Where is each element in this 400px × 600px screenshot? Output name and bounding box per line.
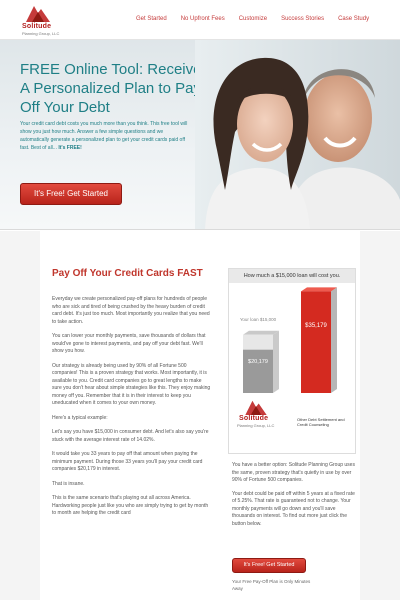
- couple-photo: [195, 40, 400, 229]
- mountain-logo-icon: [245, 400, 267, 415]
- site-header: Solitude Planning Group, LLC Get Started…: [0, 0, 400, 40]
- article-paragraph: That is insane.: [52, 480, 85, 487]
- article-paragraph: Let's say you have $15,000 in consumer d…: [52, 429, 209, 443]
- article-paragraph: You can lower your monthly payments, sav…: [52, 333, 206, 354]
- article-paragraph: It would take you 33 years to pay off th…: [52, 451, 203, 472]
- chart-title: How much a $15,000 loan will cost you.: [229, 269, 355, 283]
- logo-tagline: Planning Group, LLC: [22, 31, 60, 36]
- article-body: Everyday we create personalized pay-off …: [52, 296, 212, 525]
- bar-top: [243, 330, 279, 335]
- section-title: Pay Off Your Credit Cards FAST: [52, 268, 203, 279]
- side-tagline: Your Free Pay-Off Plan is Only Minutes A…: [232, 579, 311, 591]
- mountain-logo-icon: [26, 6, 50, 22]
- hero-section: FREE Online Tool: Receive A Personalized…: [0, 40, 400, 230]
- bar-principal-segment: [243, 334, 273, 350]
- side-get-started-button[interactable]: It's Free! Get Started: [232, 558, 306, 573]
- nav-get-started[interactable]: Get Started: [136, 16, 167, 22]
- bar-top: [301, 287, 337, 292]
- article-paragraph: Here's a typical example:: [52, 414, 108, 421]
- bar-label-interest: $20,179: [248, 359, 268, 365]
- bar-label-principal: Your loan $15,000: [240, 317, 277, 322]
- chart-canvas: Your loan $15,000 $20,179 $35,179: [240, 287, 337, 393]
- side-paragraph: Your debt could be paid off within 5 yea…: [232, 490, 355, 527]
- logo-name: Solitude: [22, 23, 52, 30]
- bar-side: [273, 330, 279, 393]
- article-paragraph: Everyday we create personalized pay-off …: [52, 296, 210, 325]
- chart-logo-name: Solitude: [239, 415, 269, 422]
- chart-logo-tagline: Planning Group, LLC: [237, 423, 275, 428]
- side-paragraph: You have a better option: Solitude Plann…: [232, 462, 355, 483]
- nav-no-upfront-fees[interactable]: No Upfront Fees: [181, 16, 225, 22]
- nav-customize[interactable]: Customize: [239, 16, 267, 22]
- bar-interest-segment: [243, 349, 273, 393]
- hero-text-body: Your credit card debt costs you much mor…: [20, 121, 188, 151]
- chart-category-label: Other Debt Settlement and Credit Counsel…: [297, 417, 345, 427]
- main-nav: Get Started No Upfront Fees Customize Su…: [136, 16, 383, 22]
- bar-total: [301, 291, 331, 393]
- hero-title: FREE Online Tool: Receive A Personalized…: [20, 61, 202, 116]
- hero-text-bold: It's FREE!: [58, 145, 82, 151]
- bar-side: [331, 287, 337, 393]
- bar-label-total: $35,179: [305, 323, 327, 329]
- chart-logo: Solitude Planning Group, LLC: [235, 399, 285, 435]
- nav-success-stories[interactable]: Success Stories: [281, 16, 324, 22]
- article-paragraph: This is the same scenario that's playing…: [52, 495, 209, 516]
- hero-text: Your credit card debt costs you much mor…: [20, 120, 190, 152]
- nav-case-study[interactable]: Case Study: [338, 16, 369, 22]
- cost-chart: How much a $15,000 loan will cost you. Y…: [228, 268, 356, 454]
- logo[interactable]: Solitude Planning Group, LLC: [20, 4, 84, 37]
- article-paragraph: Our strategy is already being used by 90…: [52, 362, 211, 407]
- hero-get-started-button[interactable]: It's Free! Get Started: [20, 183, 122, 205]
- side-text: You have a better option: Solitude Plann…: [232, 462, 356, 534]
